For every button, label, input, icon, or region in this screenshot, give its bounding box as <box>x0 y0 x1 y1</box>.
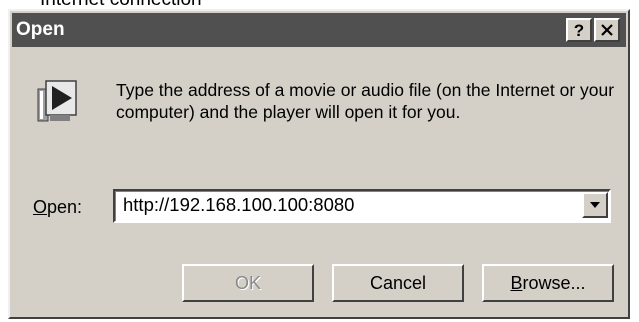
browse-label-text: rowse... <box>522 272 586 293</box>
open-label-accelerator: O <box>33 197 48 217</box>
ok-button-label: OK <box>234 272 261 293</box>
dialog-title: Open <box>16 19 65 40</box>
chevron-down-icon <box>589 196 601 214</box>
media-player-icon <box>36 77 84 125</box>
screen: Internet connection Open ? <box>0 0 639 322</box>
address-input[interactable] <box>123 191 575 219</box>
close-icon <box>601 22 613 39</box>
browse-button-label: Browse... <box>510 273 585 294</box>
browse-button[interactable]: Browse... <box>482 264 614 302</box>
address-combobox[interactable] <box>113 189 611 223</box>
open-dialog: Open ? Type the address of a movie or au… <box>8 9 630 319</box>
help-button[interactable]: ? <box>566 18 592 42</box>
title-bar[interactable]: Open ? <box>12 13 626 47</box>
ok-button[interactable]: OK <box>182 264 314 302</box>
instruction-text: Type the address of a movie or audio fil… <box>116 80 615 122</box>
help-icon: ? <box>573 20 585 40</box>
cancel-button-label: Cancel <box>369 272 427 293</box>
open-field-label: Open: <box>33 197 82 218</box>
dropdown-button[interactable] <box>582 192 608 218</box>
cancel-button[interactable]: Cancel <box>332 264 464 302</box>
close-button[interactable] <box>594 18 620 42</box>
open-label-text: pen: <box>47 197 83 217</box>
browse-accelerator: B <box>510 272 523 293</box>
